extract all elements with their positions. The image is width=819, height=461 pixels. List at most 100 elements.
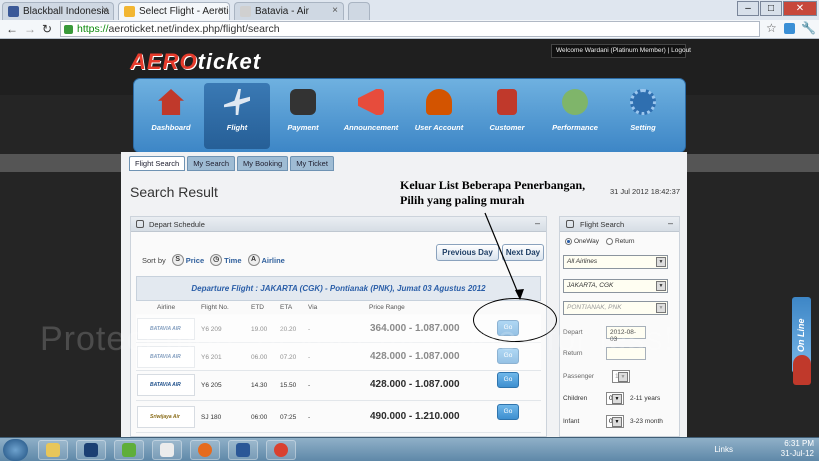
subtabs: Flight Search My Search My Booking My Ti… <box>129 156 334 171</box>
price-range: 490.000 - 1.210.000 <box>370 411 460 422</box>
reload-icon[interactable]: ↻ <box>42 22 52 36</box>
system-clock[interactable]: 6:31 PM 31-Jul-12 <box>781 439 814 459</box>
page-title: Search Result <box>130 184 218 200</box>
airplane-icon <box>224 89 250 115</box>
sort-label: Sort by <box>142 255 166 265</box>
airline-logo: Sriwijaya Air <box>137 406 195 428</box>
taskbar-word[interactable] <box>228 440 258 460</box>
previous-day-button[interactable]: Previous Day <box>436 244 499 261</box>
sort-price[interactable]: S Price <box>171 254 204 266</box>
links-toolbar[interactable]: Links <box>714 445 733 454</box>
go-button[interactable]: Go <box>497 348 519 364</box>
bookmark-star-icon[interactable]: ☆ <box>766 21 777 35</box>
address-bar[interactable]: https://aeroticket.net/index.php/flight/… <box>60 21 760 37</box>
next-day-button[interactable]: Next Day <box>502 244 544 261</box>
annotation-line: Keluar List Beberapa Penerbangan, <box>400 178 586 192</box>
subtab-flight-search[interactable]: Flight Search <box>129 156 186 171</box>
new-tab-button[interactable] <box>348 2 370 20</box>
collapse-icon[interactable] <box>566 220 574 228</box>
minimize-button[interactable]: – <box>737 1 759 16</box>
panel-title: Flight Search <box>580 220 625 229</box>
depart-date-input[interactable]: 2012-08-03 <box>606 326 646 343</box>
tab-aeroticket[interactable]: Select Flight - Aeroticket × <box>118 2 230 20</box>
return-radio[interactable]: Return <box>606 238 635 245</box>
taskbar-firefox[interactable] <box>190 440 220 460</box>
return-date-input[interactable] <box>606 347 646 360</box>
subtab-my-booking[interactable]: My Booking <box>237 156 289 171</box>
support-mascot-icon[interactable] <box>793 355 811 385</box>
return-label: Return <box>563 350 583 357</box>
back-icon[interactable]: ← <box>6 22 18 36</box>
nav-flight[interactable]: Flight <box>204 83 270 149</box>
minimize-icon[interactable]: – <box>535 218 540 228</box>
collapse-icon[interactable] <box>136 220 144 228</box>
panel-title: Depart Schedule <box>149 220 205 229</box>
airline-icon: A <box>247 254 260 266</box>
taskbar-photoshop[interactable] <box>76 440 106 460</box>
chevron-down-icon: ▼ <box>618 372 628 382</box>
nav-dashboard[interactable]: Dashboard <box>138 83 204 149</box>
nav-announcement[interactable]: Announcement <box>338 83 404 149</box>
datetime: 31 Jul 2012 18:42:37 <box>609 187 680 196</box>
via: - <box>308 414 311 421</box>
nav-customer[interactable]: Customer <box>474 83 540 149</box>
go-button[interactable]: Go <box>497 404 519 420</box>
taskbar-chrome[interactable] <box>266 440 296 460</box>
maximize-button[interactable]: □ <box>760 1 782 16</box>
close-icon[interactable]: × <box>102 5 108 16</box>
infant-select[interactable]: 0 ▼ <box>606 415 624 428</box>
from-select[interactable]: JAKARTA, CGK ▼ <box>563 279 668 293</box>
to-select[interactable]: PONTIANAK, PNK ▼ <box>563 301 668 315</box>
minimize-icon[interactable]: – <box>668 218 673 228</box>
flight-row: Sriwijaya Air SJ 180 06:00 07:25 - 490.0… <box>136 403 541 433</box>
wrench-icon[interactable]: 🔧 <box>801 21 816 35</box>
eta: 07.20 <box>280 354 297 361</box>
browser-toolbar: ← → ↻ https://aeroticket.net/index.php/f… <box>0 20 819 39</box>
extension-icon[interactable] <box>784 23 795 34</box>
passenger-select[interactable]: 1 ▼ <box>612 370 630 383</box>
taskbar-app4[interactable] <box>152 440 182 460</box>
subtab-my-search[interactable]: My Search <box>187 156 236 171</box>
airline-select[interactable]: All Airlines ▼ <box>563 255 668 269</box>
go-button[interactable]: Go <box>497 372 519 388</box>
nav-payment[interactable]: Payment <box>270 83 336 149</box>
close-window-button[interactable]: ✕ <box>783 1 817 16</box>
forward-icon[interactable]: → <box>24 22 36 36</box>
col-etd: ETD <box>251 304 264 311</box>
airline-logo: BATAVIA AIR <box>137 374 195 396</box>
airline-logo: BATAVIA AIR <box>137 346 195 368</box>
facebook-icon <box>8 6 19 17</box>
user-icon <box>426 89 452 115</box>
tab-label: Blackball Indonesia <box>23 6 110 17</box>
tab-blackball[interactable]: Blackball Indonesia × <box>2 2 114 20</box>
nav-user-account[interactable]: User Account <box>406 83 472 149</box>
annotation-line: Pilih yang paling murah <box>400 193 525 207</box>
children-select[interactable]: 0 ▼ <box>606 392 624 405</box>
taskbar-app3[interactable] <box>114 440 144 460</box>
house-icon <box>158 89 184 115</box>
oneway-radio[interactable]: OneWay <box>565 238 599 245</box>
close-icon[interactable]: × <box>218 5 224 16</box>
subtab-my-ticket[interactable]: My Ticket <box>290 156 334 171</box>
price-range: 364.000 - 1.087.000 <box>370 323 460 334</box>
flight-no: Y6 205 <box>201 382 222 389</box>
sort-airline[interactable]: A Airline <box>247 254 285 266</box>
chevron-down-icon: ▼ <box>612 417 622 427</box>
site-logo[interactable]: AEROticket <box>130 49 261 75</box>
via: - <box>308 354 311 361</box>
flight-no: SJ 180 <box>201 414 222 421</box>
nav-performance[interactable]: Performance <box>542 83 608 149</box>
col-eta: ETA <box>280 304 293 311</box>
clock-time: 6:31 PM <box>784 439 814 448</box>
nav-setting[interactable]: Setting <box>610 83 676 149</box>
taskbar-explorer[interactable] <box>38 440 68 460</box>
start-button[interactable] <box>3 439 28 461</box>
close-icon[interactable]: × <box>332 5 338 16</box>
nav-label: Payment <box>287 123 319 132</box>
welcome-bar[interactable]: Welcome Wardani (Platinum Member) | Logo… <box>551 44 691 58</box>
sort-time[interactable]: ◷ Time <box>210 254 242 266</box>
tab-batavia[interactable]: Batavia - Air × <box>234 2 344 20</box>
browser-tabstrip: Blackball Indonesia × Select Flight - Ae… <box>0 0 819 20</box>
main-nav: Dashboard Flight Payment Announcement Us… <box>133 78 686 153</box>
eta: 20.20 <box>280 326 297 333</box>
